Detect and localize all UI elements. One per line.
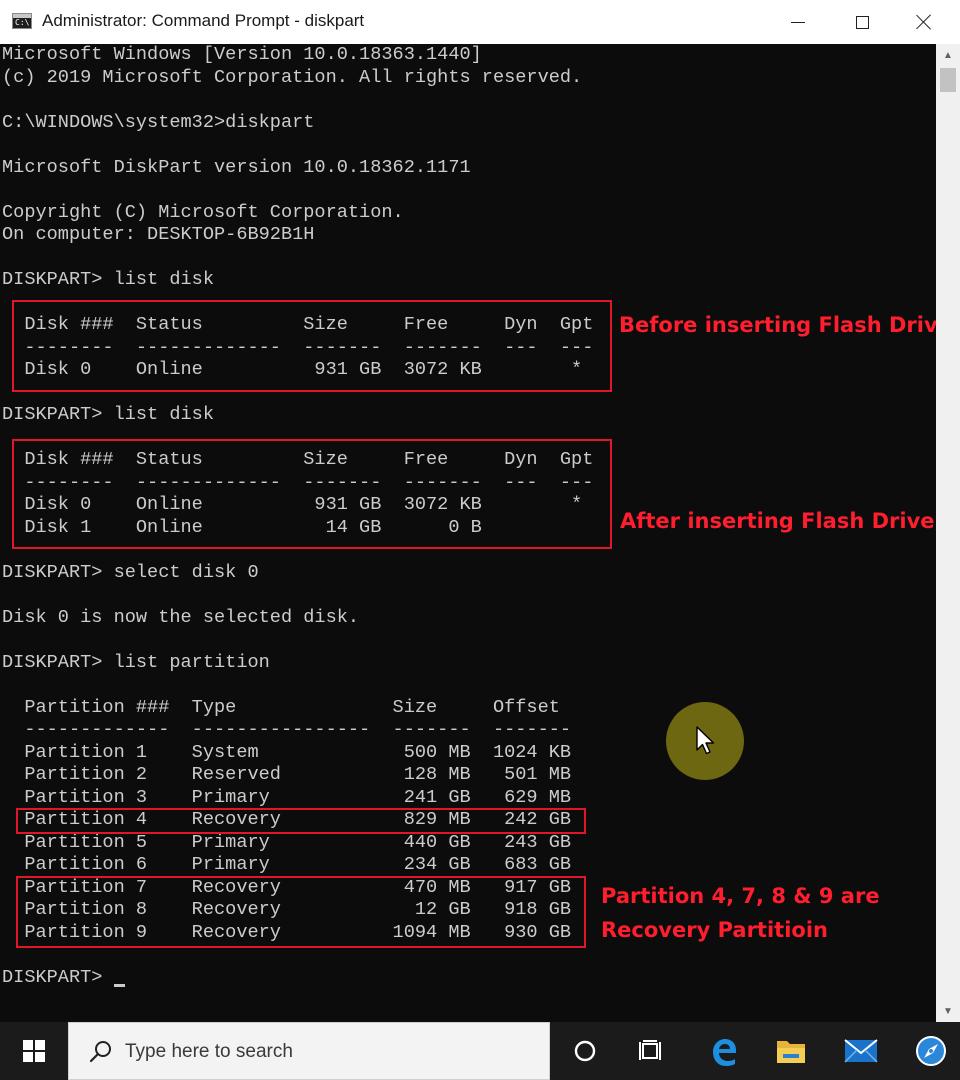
vertical-scrollbar[interactable]: ▲ ▼ xyxy=(936,44,960,1022)
edge-button[interactable] xyxy=(694,1022,752,1080)
annotation-box-before xyxy=(12,300,612,392)
maximize-icon xyxy=(855,15,869,29)
console-line: Disk 0 is now the selected disk. xyxy=(2,606,360,628)
console-line: DISKPART> select disk 0 xyxy=(2,561,259,583)
text-cursor xyxy=(114,984,125,987)
mail-button[interactable] xyxy=(832,1022,890,1080)
app-button[interactable] xyxy=(902,1022,960,1080)
close-button[interactable] xyxy=(898,0,950,44)
annotation-partitions-line2: Recovery Partitioin xyxy=(601,918,828,942)
window-title: Administrator: Command Prompt - diskpart xyxy=(42,11,365,30)
close-icon xyxy=(916,14,932,30)
console-line: Copyright (C) Microsoft Corporation. xyxy=(2,201,404,223)
console-line: Partition 2 Reserved 128 MB 501 MB xyxy=(2,764,572,785)
scroll-up-arrow-icon[interactable]: ▲ xyxy=(936,44,960,66)
console-line: ------------- ---------------- ------- -… xyxy=(2,719,572,740)
console-line: DISKPART> xyxy=(2,966,114,988)
minimize-button[interactable] xyxy=(772,0,824,44)
search-placeholder: Type here to search xyxy=(125,1041,293,1062)
annotation-box-partition-4 xyxy=(16,808,586,834)
console-line: On computer: DESKTOP-6B92B1H xyxy=(2,224,315,245)
app-icon xyxy=(916,1036,946,1066)
console-line: Partition 3 Primary 241 GB 629 MB xyxy=(2,786,572,808)
annotation-box-after xyxy=(12,439,612,549)
annotation-before: Before inserting Flash Drive xyxy=(619,313,952,337)
mail-icon xyxy=(844,1039,878,1063)
console-output[interactable]: DISKPART> Partition 9 Recovery 1094 MB 9… xyxy=(0,44,952,1022)
mouse-pointer-icon xyxy=(696,726,715,755)
console-line: DISKPART> list partition xyxy=(2,651,270,673)
windows-start-icon xyxy=(23,1040,45,1062)
console-line: Partition ### Type Size Offset xyxy=(2,696,560,718)
console-line: DISKPART> list disk xyxy=(2,404,215,425)
start-button[interactable] xyxy=(0,1022,68,1080)
taskbar: Type here to search xyxy=(0,1022,960,1080)
title-bar[interactable]: C:\ Administrator: Command Prompt - disk… xyxy=(0,0,960,45)
console-line: Microsoft Windows [Version 10.0.18363.14… xyxy=(2,44,482,65)
task-view-button[interactable] xyxy=(622,1022,680,1080)
console-line: C:\WINDOWS\system32>diskpart xyxy=(2,111,315,133)
file-explorer-icon xyxy=(777,1041,805,1063)
edge-icon xyxy=(713,1039,736,1066)
scroll-thumb[interactable] xyxy=(940,68,956,92)
console-line: Partition 1 System 500 MB 1024 KB xyxy=(2,741,572,763)
cortana-icon xyxy=(574,1040,596,1062)
console-line: DISKPART> list disk xyxy=(2,269,215,290)
file-explorer-button[interactable] xyxy=(762,1022,820,1080)
console-line: Microsoft DiskPart version 10.0.18362.11… xyxy=(2,156,471,178)
annotation-box-partitions-7-9 xyxy=(16,876,586,948)
taskbar-search-box[interactable]: Type here to search xyxy=(68,1022,550,1080)
annotation-partitions-line1: Partition 4, 7, 8 & 9 are xyxy=(601,884,880,908)
annotation-after: After inserting Flash Drive xyxy=(620,509,935,533)
console-line: Partition 5 Primary 440 GB 243 GB xyxy=(2,831,572,853)
maximize-button[interactable] xyxy=(836,0,888,44)
console-line: Partition 6 Primary 234 GB 683 GB xyxy=(2,854,572,875)
minimize-icon xyxy=(791,21,805,23)
scroll-down-arrow-icon[interactable]: ▼ xyxy=(936,1000,960,1022)
task-view-icon xyxy=(639,1040,661,1060)
cortana-button[interactable] xyxy=(556,1022,614,1080)
console-line: (c) 2019 Microsoft Corporation. All righ… xyxy=(2,66,583,88)
search-icon xyxy=(89,1041,111,1063)
command-prompt-icon: C:\ xyxy=(12,13,32,29)
